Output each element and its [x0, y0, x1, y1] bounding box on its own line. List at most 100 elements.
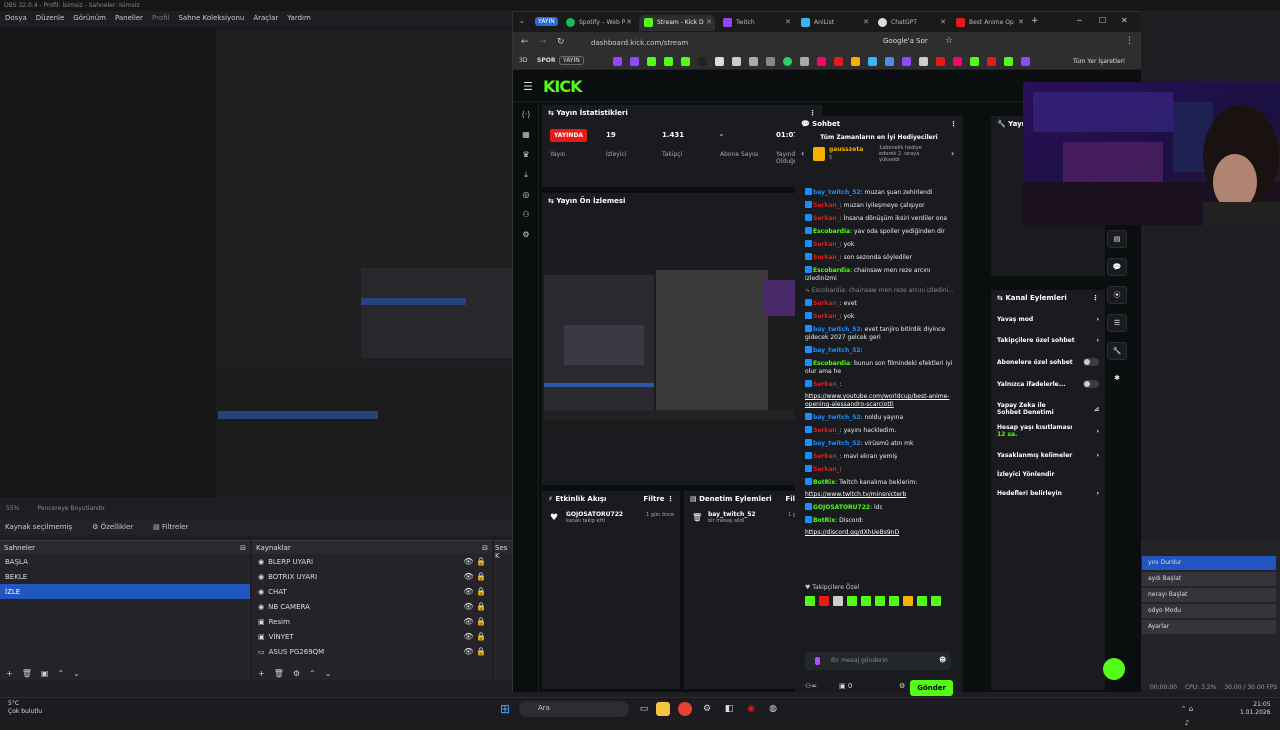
close-icon[interactable]: ✕ — [626, 18, 632, 26]
bookmark-icon[interactable] — [834, 57, 843, 66]
chat-message[interactable]: Serkan_: yok — [805, 310, 961, 323]
puzzle-icon[interactable]: ✱ — [1107, 370, 1127, 388]
dashboard-icon[interactable]: ▦ — [520, 130, 532, 142]
emote-icon[interactable] — [917, 596, 927, 606]
remove-scene-icon[interactable]: 🗑 — [22, 669, 32, 678]
tab-spotify[interactable]: Spotify – Web P ✕ — [561, 15, 635, 31]
bookmark-icon[interactable] — [613, 57, 622, 66]
chat-username[interactable]: BotRix — [813, 517, 835, 524]
chat-username[interactable]: bay_twitch_52 — [813, 347, 861, 354]
add-source-icon[interactable]: + — [258, 669, 265, 678]
tab-kick[interactable]: Stream - Kick D ✕ — [639, 15, 715, 31]
move-down-icon[interactable]: ⌄ — [73, 669, 80, 678]
tab-anime[interactable]: Best Anime Op ✕ — [951, 15, 1027, 31]
chat-username[interactable]: Serkan_ — [813, 453, 840, 460]
chat-message[interactable]: Serkan_: İnsana dönüşüm iksiri verdiler … — [805, 212, 961, 225]
file-explorer-icon[interactable] — [656, 702, 670, 716]
chat-username[interactable]: Serkan_ — [813, 241, 840, 248]
chevron-right-icon[interactable]: › — [951, 149, 954, 158]
emotes-only-toggle[interactable] — [1083, 380, 1099, 388]
bookmark-icon[interactable] — [885, 57, 894, 66]
chat-username[interactable]: Serkan_ — [813, 254, 840, 261]
menu-araclar[interactable]: Araçlar — [253, 14, 278, 22]
bookmark-star-icon[interactable]: ☆ — [945, 36, 953, 46]
bookmark-yayin[interactable]: YAYIN — [559, 56, 584, 65]
bookmark-icon[interactable] — [868, 57, 877, 66]
subscribers-only-item[interactable]: Abonelere özel sohbet — [991, 354, 1105, 370]
filters-button[interactable]: ▤ Filtreler — [153, 523, 188, 531]
chat-message[interactable]: BotRix: Discord: — [805, 514, 961, 527]
broadcast-icon[interactable]: ⟨·⟩ — [520, 110, 532, 122]
chat-username[interactable]: bay_twitch_52 — [813, 189, 861, 196]
studio-mode-button[interactable]: odyo Modu — [1142, 604, 1276, 618]
url-field[interactable]: dashboard.kick.com/stream — [581, 35, 879, 51]
emote-icon[interactable] — [861, 596, 871, 606]
emote-icon[interactable] — [833, 596, 843, 606]
emote-icon[interactable] — [903, 596, 913, 606]
trophy-icon[interactable]: ♛ — [520, 150, 532, 162]
chat-username[interactable]: bay_twitch_52 — [813, 326, 861, 333]
chat-message[interactable]: bay_twitch_52: — [805, 344, 961, 357]
zoom-level[interactable]: 55% — [6, 505, 19, 513]
settings-button[interactable]: Ayarlar — [1142, 620, 1276, 634]
close-icon[interactable]: ✕ — [940, 18, 946, 26]
stop-stream-button[interactable]: yını Durdur — [1142, 556, 1276, 570]
chat-message[interactable]: bay_twitch_52: evet tanjiro bitirdik diy… — [805, 323, 961, 344]
task-view-icon[interactable]: ▭ — [637, 702, 651, 716]
emote-icon[interactable] — [819, 596, 829, 606]
chat-message[interactable]: https://www.twitch.tv/minsnicterb — [805, 489, 961, 501]
weather-widget[interactable]: 5°C Çok bulutlu — [8, 700, 42, 716]
chat-username[interactable]: Escobardia — [813, 228, 850, 235]
bookmark-icon[interactable] — [1004, 57, 1013, 66]
bookmark-icon[interactable] — [800, 57, 809, 66]
goals-item[interactable]: Hedefleri belirleyin › — [991, 486, 1105, 501]
chat-username[interactable]: Serkan_ — [813, 466, 840, 473]
chat-username[interactable]: Serkan_ — [813, 313, 840, 320]
reload-icon[interactable]: ↻ — [557, 37, 565, 47]
emote-icon[interactable] — [875, 596, 885, 606]
chat-username[interactable]: bay_twitch_52 — [813, 414, 861, 421]
chat-username[interactable]: Escobardia — [813, 267, 850, 274]
move-up-icon[interactable]: ⌃ — [309, 669, 316, 678]
source-item[interactable]: ◉ NB CAMERA 👁 🔒 — [252, 599, 492, 614]
settings-icon[interactable]: ⚙ — [520, 230, 532, 242]
chat-username[interactable]: Serkan_ — [813, 202, 840, 209]
fit-window[interactable]: Pencereye Boyutlandır — [37, 505, 105, 513]
download-icon[interactable]: ⤓ — [520, 170, 532, 182]
chat-message[interactable]: Serkan_: — [805, 463, 961, 476]
raid-item[interactable]: İzleyici Yönlendir — [991, 467, 1105, 482]
chat-message[interactable]: Serkan_: muzan iyileşmeye çalışıyor — [805, 199, 961, 212]
emote-icon[interactable] — [805, 596, 815, 606]
chat-username[interactable]: bay_twitch_52 — [813, 440, 861, 447]
emote-icon[interactable] — [847, 596, 857, 606]
bookmark-icon[interactable] — [987, 57, 996, 66]
emote-icon[interactable] — [931, 596, 941, 606]
activity-filter[interactable]: Filtre — [643, 495, 664, 503]
chat-username[interactable]: Serkan_ — [813, 427, 840, 434]
google-ask-button[interactable]: Google'a Sor — [883, 37, 928, 45]
tab-group-yayin[interactable]: YAYIN — [535, 17, 558, 26]
emotes-only-item[interactable]: Yalnızca ifadelerle... — [991, 376, 1105, 392]
app-icon[interactable]: ◍ — [766, 702, 780, 716]
source-item[interactable]: ◉ BLERP UYARI 👁 🔒 — [252, 554, 492, 569]
stream-preview[interactable] — [544, 265, 822, 423]
chat-message[interactable]: Serkan_: — [805, 378, 961, 391]
bookmark-icon[interactable] — [902, 57, 911, 66]
chat-message[interactable]: Serkan_: evet — [805, 297, 961, 310]
more-icon[interactable]: ⋮ — [950, 120, 957, 128]
bookmark-icon[interactable] — [647, 57, 656, 66]
source-settings-icon[interactable]: ⚙ — [293, 669, 300, 678]
source-item[interactable]: ▣ VİNYET 👁 🔒 — [252, 629, 492, 644]
banned-words-item[interactable]: Yasaklanmış kelimeler › — [991, 448, 1105, 463]
tab-chatgpt[interactable]: ChatGPT ✕ — [873, 15, 949, 31]
chat-message[interactable]: Serkan_: yok — [805, 238, 961, 251]
menu-duzenle[interactable]: Düzenle — [36, 14, 65, 22]
kick-logo[interactable]: KICK — [543, 77, 582, 96]
chat-message[interactable]: BotRix: Twitch kanalıma beklerim: — [805, 476, 961, 489]
move-down-icon[interactable]: ⌄ — [325, 669, 332, 678]
taskbar-search[interactable]: Ara — [519, 701, 629, 717]
send-button[interactable]: Gönder — [910, 680, 953, 696]
tab-anilist[interactable]: AniList ✕ — [796, 15, 872, 31]
maximize-icon[interactable]: ☐ — [1099, 16, 1106, 25]
scene-filter-icon[interactable]: ▣ — [41, 669, 49, 678]
